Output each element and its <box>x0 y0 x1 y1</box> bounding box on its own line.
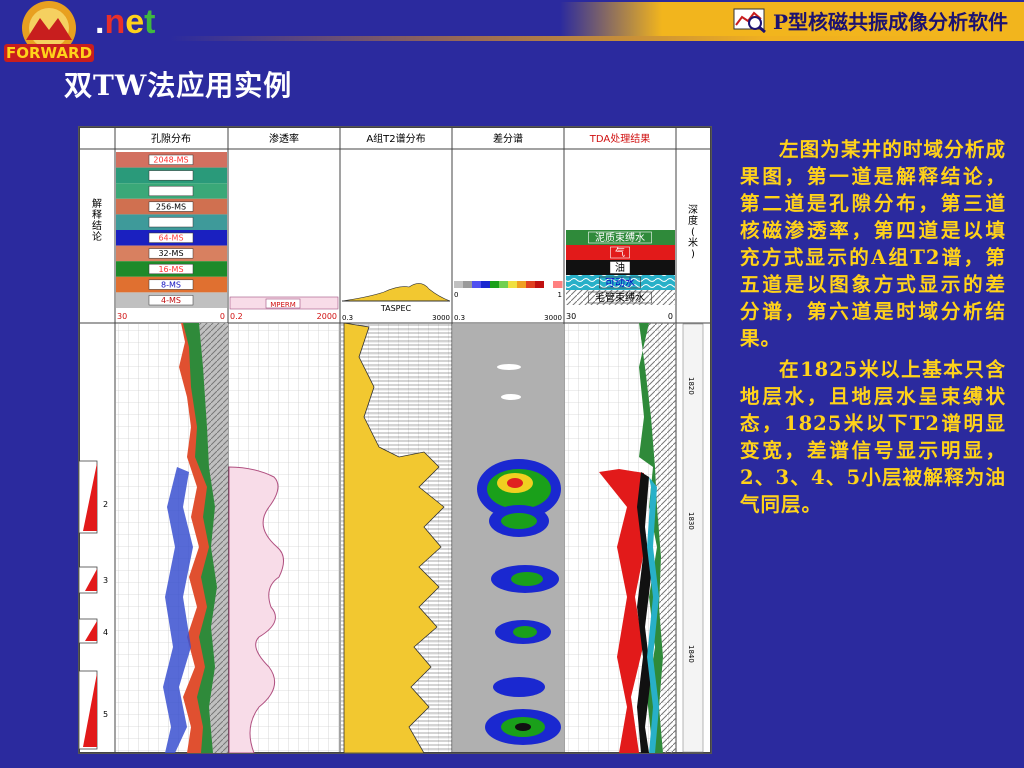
well-log-figure: 孔隙分布 渗透率 A组T2谱分布 差分谱 TDA处理结果 解释结论 深度(米) … <box>78 126 712 754</box>
diff-scale-right: 3000 <box>544 314 562 322</box>
magnifier-chart-icon <box>733 8 766 33</box>
diff-colorbar-right: 1 <box>558 291 562 299</box>
perm-legend: MPERM <box>270 301 296 309</box>
depth-mark: 1830 <box>687 512 695 530</box>
diff-blob-6-core <box>515 723 531 731</box>
diff-colorbar <box>454 281 563 288</box>
pore-scale-right: 0 <box>220 312 225 321</box>
layer-label-4: 4 <box>103 628 108 637</box>
diff-blob-2-inner <box>501 513 537 529</box>
diff-colorbar-segment <box>454 281 464 288</box>
diff-blob-3-inner <box>511 572 543 586</box>
td-legend-label: 毛管束缚水 <box>595 291 645 304</box>
pore-scale-left: 30 <box>117 312 127 321</box>
diff-colorbar-segment <box>472 281 482 288</box>
diff-blob-5-outer <box>493 677 545 697</box>
perm-scale-right: 2000 <box>317 312 337 321</box>
diff-colorbar-segment <box>463 281 473 288</box>
td-legend-label: 气 <box>615 246 625 259</box>
depth-label-char: 深 <box>688 204 698 216</box>
description-paragraph-2: 在1825米以上基本只含地层水，且地层水呈束缚状态，1825米以下T2谱明显变宽… <box>740 358 1006 516</box>
td-scale-left: 30 <box>566 312 576 321</box>
depth-mark: 1820 <box>687 377 695 395</box>
layer-label-3: 3 <box>103 576 108 585</box>
td-legend-label: 可动水 <box>605 277 635 289</box>
description-text: 左图为某井的时域分析成果图，第一道是解释结论，第二道是孔隙分布，第三道核磁渗透率… <box>740 136 1006 522</box>
diff-blob-small-2 <box>501 394 521 400</box>
t2-scale-right: 3000 <box>432 314 450 322</box>
layer-label-2: 2 <box>103 500 108 509</box>
depth-label: 深度(米) <box>688 204 698 260</box>
diff-scale-left: 0.3 <box>454 314 465 322</box>
interp-label: 解释结论 <box>92 197 102 243</box>
diff-blob-4-inner <box>513 626 537 638</box>
column-header-diff: 差分谱 <box>493 132 523 145</box>
diff-blob-1-core <box>507 478 523 488</box>
diff-colorbar-segment <box>526 281 536 288</box>
slide-title: 双TW法应用实例 <box>64 69 293 102</box>
column-header-pore: 孔隙分布 <box>151 132 191 145</box>
diff-colorbar-segment <box>490 281 500 288</box>
pore-legend-label: 32-MS <box>158 249 183 258</box>
diff-colorbar-left: 0 <box>454 291 458 299</box>
well-log-svg: 孔隙分布 渗透率 A组T2谱分布 差分谱 TDA处理结果 解释结论 深度(米) … <box>78 127 711 754</box>
t2-legend-curve <box>341 283 451 302</box>
net-logo: .net <box>95 2 155 42</box>
t2-legend: TASPEC <box>380 304 412 313</box>
diff-colorbar-segment <box>508 281 518 288</box>
pore-legend: 2048-MS 1024-MS 512-MS 256-MS 128-MS 64-MS 32-… <box>116 152 227 308</box>
layer-label-5: 5 <box>103 710 108 719</box>
header-divider <box>170 36 1024 41</box>
td-legend: 泥质束缚水气油可动水毛管束缚水 <box>566 230 675 305</box>
diff-colorbar-segment <box>481 281 491 288</box>
pore-legend-label: 16-MS <box>158 265 183 274</box>
diff-blob-small-1 <box>497 364 521 370</box>
diff-colorbar-segment <box>544 281 554 288</box>
net-t: t <box>144 3 156 41</box>
pore-legend-label: 256-MS <box>156 202 186 211</box>
perm-scale-left: 0.2 <box>230 312 243 321</box>
td-legend-label: 油 <box>615 261 625 274</box>
depth-mark: 1840 <box>687 645 695 663</box>
layer-3: 3 <box>78 566 108 594</box>
net-n: n <box>104 3 126 41</box>
interp-column: 2 3 4 5 <box>78 460 108 750</box>
pore-legend-label: 4-MS <box>161 296 181 305</box>
logo-text: FORWARD <box>6 44 92 62</box>
description-paragraph-1: 左图为某井的时域分析成果图，第一道是解释结论，第二道是孔隙分布，第三道核磁渗透率… <box>740 138 1006 350</box>
diff-colorbar-segment <box>553 281 563 288</box>
column-header-t2: A组T2谱分布 <box>366 132 425 145</box>
pore-legend-label: 8-MS <box>161 280 181 289</box>
diff-colorbar-segment <box>535 281 545 288</box>
interp-label-char: 释 <box>92 208 102 221</box>
column-header-td: TDA处理结果 <box>589 132 650 145</box>
depth-label-char: ) <box>691 249 695 260</box>
interp-label-char: 解 <box>92 197 102 210</box>
pore-legend-label: 64-MS <box>158 234 183 243</box>
diff-colorbar-segment <box>499 281 509 288</box>
layer-2: 2 <box>78 460 108 534</box>
depth-label-char: 度 <box>688 214 698 227</box>
td-scale-right: 0 <box>668 312 673 321</box>
pore-legend-label: 512-MS <box>156 187 186 196</box>
net-e: e <box>125 3 145 41</box>
layer-5: 5 <box>78 670 108 750</box>
diff-colorbar-segment <box>517 281 527 288</box>
interp-label-char: 论 <box>92 230 102 243</box>
interp-label-char: 结 <box>92 219 102 232</box>
app-title-block: P型核磁共振成像分析软件 <box>733 6 1008 34</box>
app-title: P型核磁共振成像分析软件 <box>772 9 1008 34</box>
depth-label-char: 米 <box>688 236 698 249</box>
depth-label-char: ( <box>691 227 695 238</box>
pore-legend-label: 128-MS <box>156 218 186 227</box>
td-legend-label: 泥质束缚水 <box>595 231 645 244</box>
pore-legend-label: 2048-MS <box>153 156 188 165</box>
forward-logo: FORWARD <box>4 0 94 66</box>
column-header-perm: 渗透率 <box>269 132 299 145</box>
t2-scale-left: 0.3 <box>342 314 353 322</box>
pore-legend-label: 1024-MS <box>153 171 188 180</box>
layer-4: 4 <box>78 618 108 644</box>
